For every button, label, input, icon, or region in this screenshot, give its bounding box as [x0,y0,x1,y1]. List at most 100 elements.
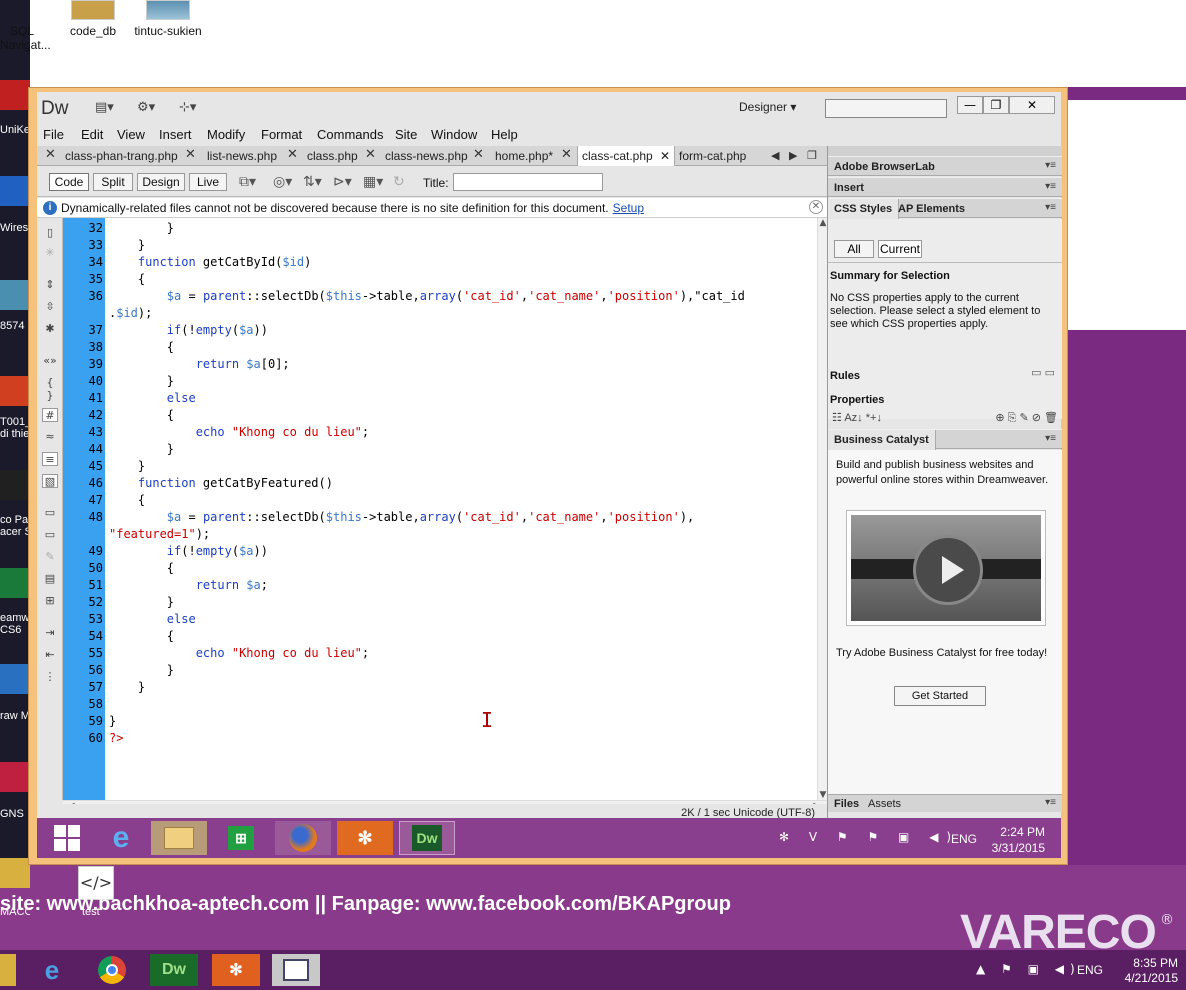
close-icon[interactable]: ✕ [473,146,484,162]
site-icon[interactable]: ⊹▾ [179,100,196,115]
preview-browser-icon[interactable]: ◎▾ [273,174,292,190]
code-line[interactable]: { [109,560,174,577]
play-icon[interactable] [913,535,983,605]
tab-class-news[interactable]: class-news.php [385,146,468,166]
menu-modify[interactable]: Modify [207,127,245,142]
code-view-button[interactable]: Code [49,173,89,191]
tab-list-news[interactable]: list-news.php [207,146,277,166]
css-all-button[interactable]: All [834,240,874,258]
tab-class[interactable]: class.php [307,146,358,166]
dreamweaver-desktop-icon[interactable] [0,568,30,598]
tab-form-cat[interactable]: form-cat.php [679,146,746,166]
expand-all-icon[interactable]: ✱ [42,322,58,336]
browserlab-tab[interactable]: Adobe BrowserLab [834,161,935,173]
panel-menu-icon[interactable]: ▾≡ [1045,160,1056,171]
panel-menu-icon[interactable]: ▾≡ [1045,433,1056,444]
restore-doc-icon[interactable]: ❐ [807,149,817,162]
search-input[interactable] [826,103,946,121]
code-line[interactable]: } [109,441,174,458]
business-catalyst-tab[interactable]: Business Catalyst [828,430,936,450]
code-line[interactable]: $a = parent::selectDb($this->table,array… [109,288,745,305]
panel-menu-icon[interactable]: ▾≡ [1045,797,1056,808]
inner-tray-language[interactable]: ENG [951,832,977,846]
dreamweaver-taskbar-button[interactable]: Dw [399,821,455,855]
ap-elements-tab[interactable]: AP Elements [898,203,965,215]
open-documents-icon[interactable]: ▯ [42,226,58,240]
tab-scroll-left-icon[interactable]: ◀ [771,149,779,162]
code-line[interactable]: function getCatByFeatured() [109,475,333,492]
live-view-button[interactable]: Live [189,173,227,191]
explorer-taskbar-button[interactable] [151,821,207,855]
design-view-button[interactable]: Design [137,173,185,191]
rules-view-icons[interactable]: ▭ ▭ [1031,366,1055,379]
menu-file[interactable]: File [43,127,64,142]
alpha-view-icon[interactable]: Az↓ [844,412,862,424]
search-box[interactable] [825,99,947,121]
remove-comment-icon[interactable]: ▭ [42,528,58,542]
workspace-switcher[interactable]: Designer ▾ [739,100,796,114]
code-line[interactable]: } [109,237,145,254]
close-button[interactable]: ✕ [1009,96,1055,114]
panel-menu-icon[interactable]: ▾≡ [1045,202,1056,213]
css-actions-icons[interactable]: ⊕ ⎘ ✎ ⊘ 🗑 [995,411,1058,425]
app-icon[interactable] [0,470,30,500]
code-line[interactable]: $a = parent::selectDb($this->table,array… [109,509,694,526]
dreamweaver-taskbar-button[interactable]: Dw [150,954,198,986]
minimize-button[interactable]: — [957,96,983,114]
outdent-code-icon[interactable]: ⇤ [42,648,58,662]
code-line[interactable]: } [109,373,174,390]
visual-aids-icon[interactable]: ▦▾ [363,174,383,190]
vertical-scrollbar[interactable]: ▲ ▼ [817,218,827,800]
code-line[interactable]: return $a; [109,577,268,594]
inner-tray-clock[interactable]: 2:24 PM 3/31/2015 [992,824,1045,856]
wireshark-icon[interactable] [0,176,30,206]
close-icon[interactable]: ✕ [660,149,670,163]
menu-view[interactable]: View [117,127,145,142]
code-line[interactable]: { [109,492,145,509]
draw-icon[interactable] [0,664,30,694]
windows-start-button[interactable] [39,821,95,855]
window-taskbar-button[interactable] [272,954,320,986]
split-view-button[interactable]: Split [93,173,133,191]
desktop-icon-code-db[interactable]: code_db [62,0,124,38]
tab-home[interactable]: home.php* [495,146,553,166]
tray-language[interactable]: ENG [1077,963,1103,977]
code-line[interactable]: } [109,679,145,696]
gns-icon[interactable] [0,762,30,792]
desktop-icon-tintuc[interactable]: tintuc-sukien [128,0,208,38]
code-line[interactable]: ?> [109,730,123,747]
unikey-icon[interactable] [0,80,30,110]
code-line[interactable]: return $a[0]; [109,356,290,373]
menu-format[interactable]: Format [261,127,302,142]
close-icon[interactable]: ✕ [45,146,56,162]
recent-snippets-icon[interactable]: ▤ [42,572,58,586]
code-line[interactable]: } [109,713,116,730]
menu-site[interactable]: Site [395,127,417,142]
balance-braces-icon[interactable]: { } [42,376,58,402]
highlight-invalid-icon[interactable]: ≈ [42,430,58,444]
tray-icons[interactable]: ▲ ⚑ ▣ ◀) [976,962,1081,976]
select-parent-tag-icon[interactable]: «» [42,354,58,368]
refresh-icon[interactable]: ↻ [393,174,405,190]
category-view-icon[interactable]: ☷ [832,412,842,424]
inspect-icon[interactable]: ⊳▾ [333,174,352,190]
image-icon[interactable] [0,280,30,310]
ie-taskbar-button[interactable]: e [28,954,76,986]
collapse-selection-icon[interactable]: ⇳ [42,300,58,314]
code-line[interactable]: else [109,390,196,407]
close-icon[interactable]: ✕ [365,146,376,162]
menu-edit[interactable]: Edit [81,127,103,142]
menu-help[interactable]: Help [491,127,518,142]
syntax-coloring-icon[interactable]: ▧ [42,474,58,488]
code-line[interactable]: "featured=1"); [109,526,210,543]
code-line[interactable]: function getCatById($id) [109,254,311,271]
code-line[interactable]: if(!empty($a)) [109,543,268,560]
files-tab[interactable]: Files [834,798,859,810]
show-code-navigator-icon[interactable]: ✳ [42,246,58,260]
restore-button[interactable]: ❐ [983,96,1009,114]
code-line[interactable]: { [109,271,145,288]
tray-clock[interactable]: 8:35 PM 4/21/2015 [1125,956,1178,986]
layout-icon[interactable]: ▤▾ [95,100,114,115]
indent-code-icon[interactable]: ⇥ [42,626,58,640]
folder-icon[interactable] [0,858,30,888]
